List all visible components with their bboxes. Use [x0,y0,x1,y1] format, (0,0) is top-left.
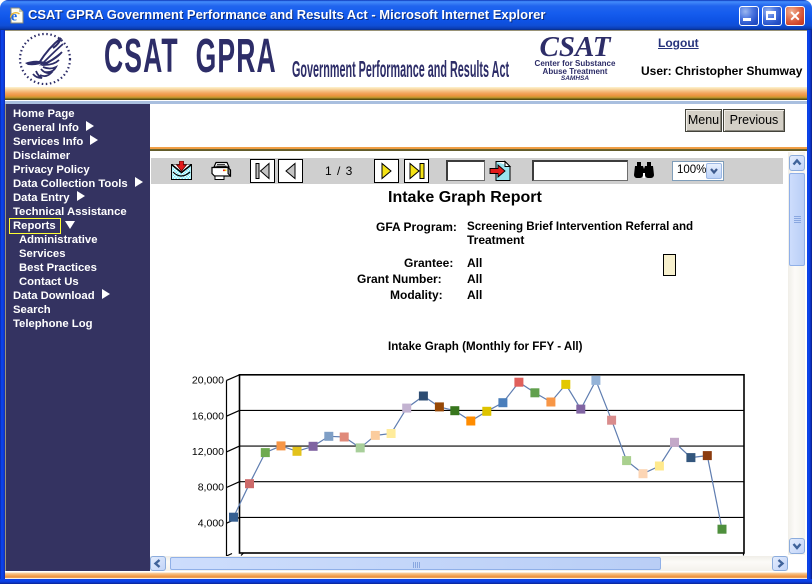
svg-text:8,000: 8,000 [198,482,224,494]
svg-text:20,000: 20,000 [192,375,224,387]
svg-text:12,000: 12,000 [192,446,224,458]
svg-text:16,000: 16,000 [192,410,224,422]
svg-text:e: e [11,10,17,25]
svg-text:4,000: 4,000 [198,517,224,529]
